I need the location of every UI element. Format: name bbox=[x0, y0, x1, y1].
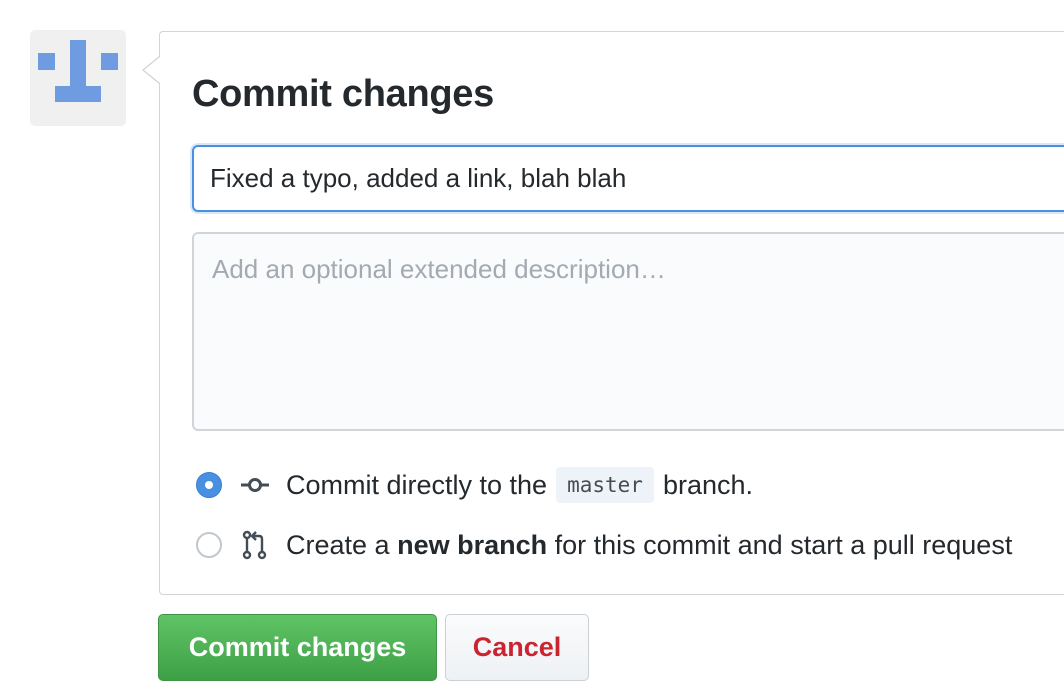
commit-direct-option[interactable]: Commit directly to the master branch. bbox=[196, 465, 753, 505]
commit-changes-button[interactable]: Commit changes bbox=[158, 614, 437, 681]
commit-title: Commit changes bbox=[192, 73, 494, 115]
commit-direct-radio[interactable] bbox=[196, 472, 222, 498]
new-branch-text-bold: new branch bbox=[397, 530, 548, 560]
commit-direct-text-after: branch. bbox=[662, 470, 753, 500]
user-avatar bbox=[30, 30, 126, 126]
new-branch-label: Create a new branch for this commit and … bbox=[286, 525, 1012, 565]
panel-pointer-fill bbox=[144, 57, 160, 83]
new-branch-option[interactable]: Create a new branch for this commit and … bbox=[196, 525, 1012, 565]
cancel-button[interactable]: Cancel bbox=[445, 614, 589, 681]
new-branch-text-before: Create a bbox=[286, 530, 390, 560]
commit-direct-label: Commit directly to the master branch. bbox=[286, 465, 753, 505]
git-commit-icon bbox=[240, 470, 270, 500]
commit-description-textarea[interactable] bbox=[192, 232, 1064, 431]
commit-summary-input[interactable] bbox=[192, 145, 1064, 212]
new-branch-radio[interactable] bbox=[196, 532, 222, 558]
identicon-icon bbox=[38, 40, 118, 102]
commit-direct-text-before: Commit directly to the bbox=[286, 470, 548, 500]
git-pull-request-icon bbox=[240, 530, 270, 560]
branch-name-badge: master bbox=[556, 467, 654, 503]
new-branch-text-after: for this commit and start a pull request bbox=[554, 530, 1013, 560]
